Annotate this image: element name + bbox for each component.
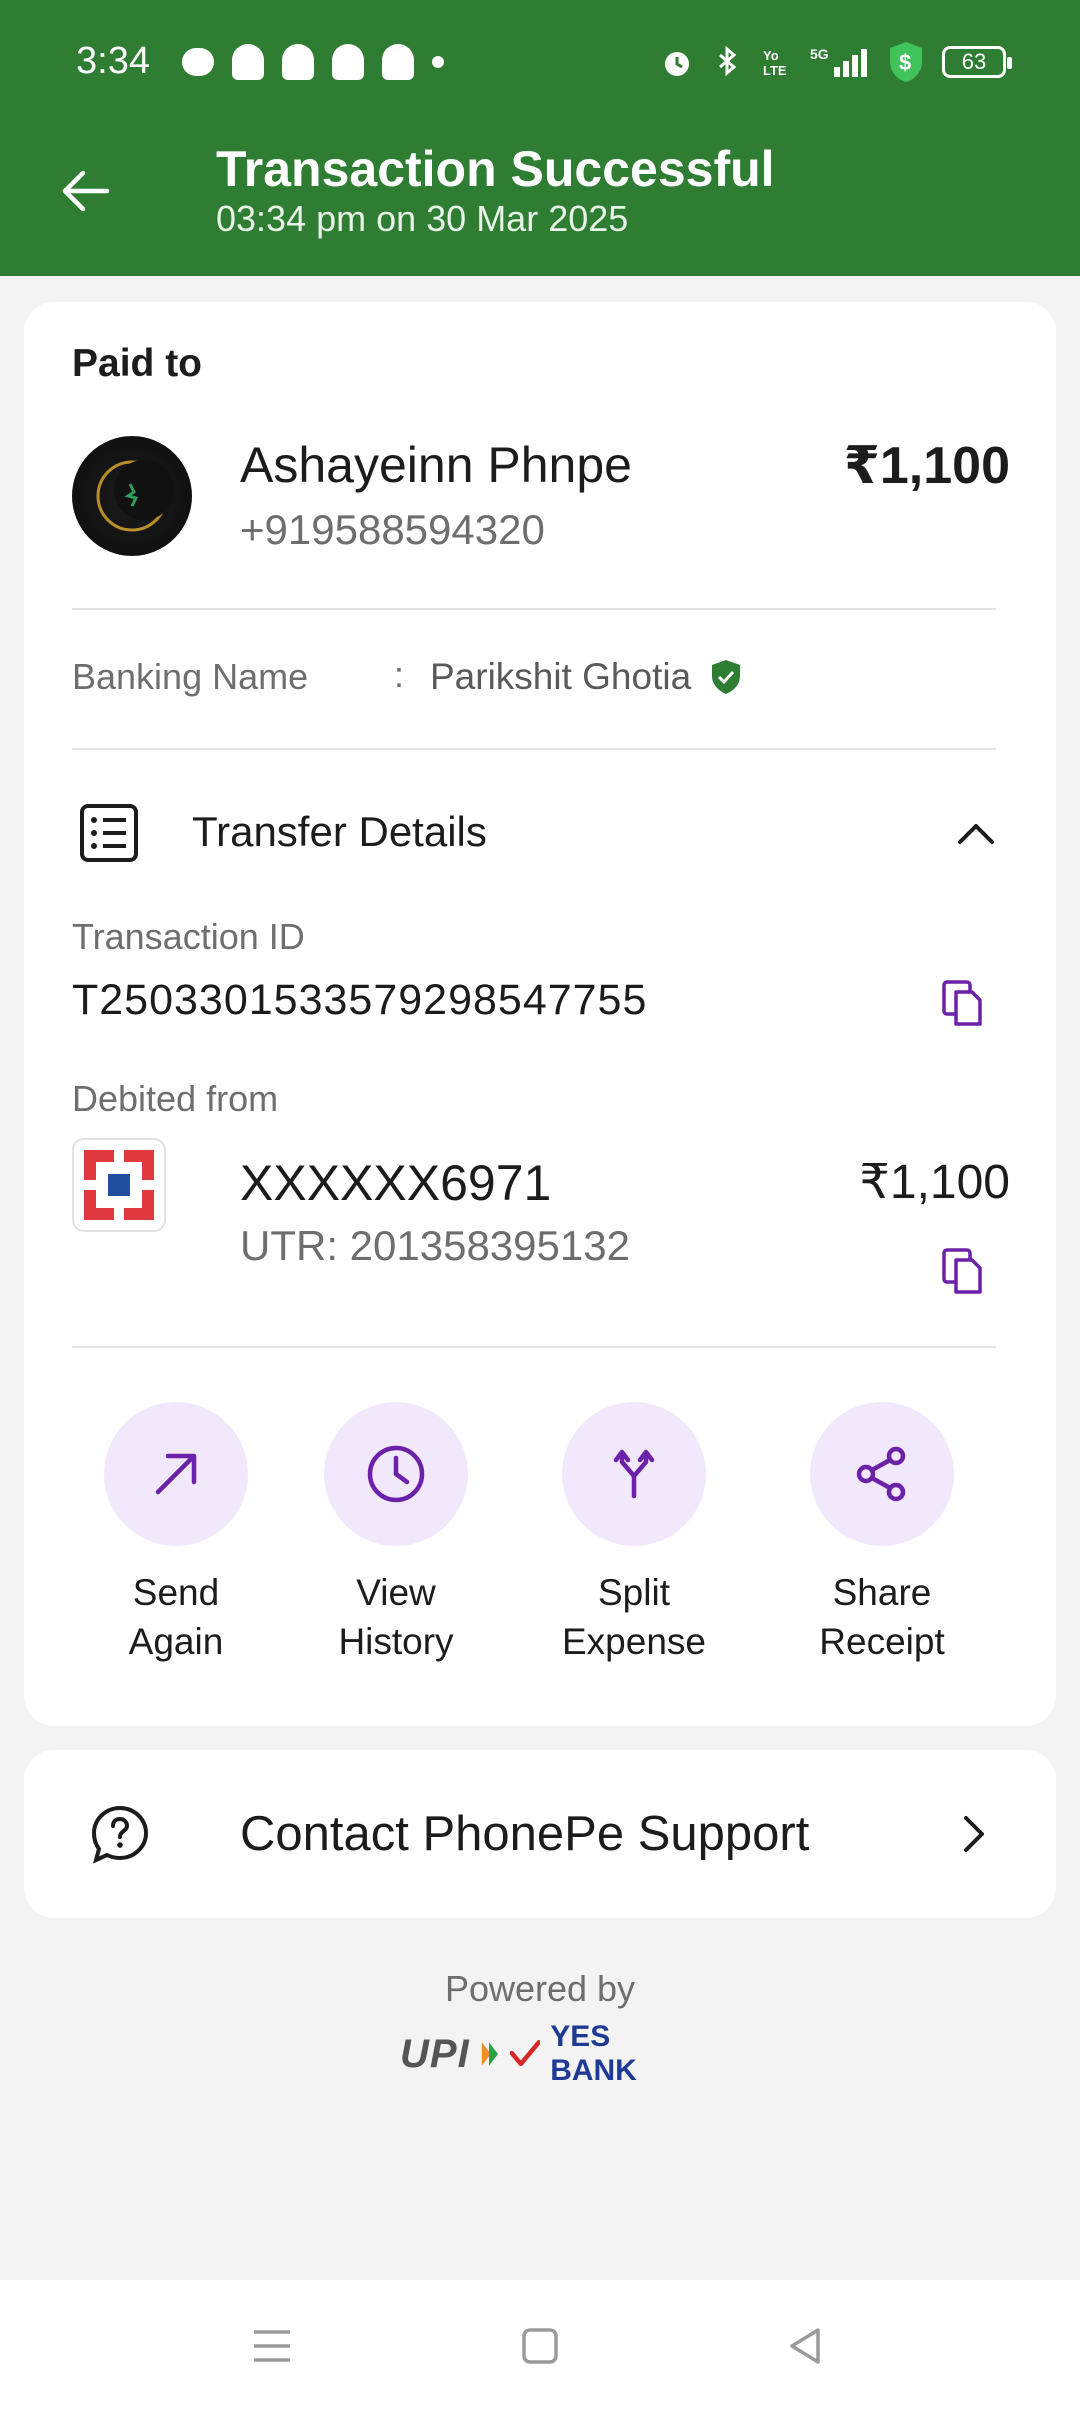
- banking-name-label: Banking Name: [72, 656, 309, 697]
- payee-phone: +919588594320: [240, 506, 545, 553]
- action-label-line: View: [356, 1572, 436, 1613]
- debited-from-label: Debited from: [72, 1078, 279, 1119]
- utr-number: UTR: 201358395132: [240, 1222, 630, 1269]
- hdfc-bank-logo-icon: [72, 1138, 166, 1232]
- chat-icon: [182, 48, 214, 76]
- copy-icon[interactable]: [940, 978, 986, 1028]
- action-circle[interactable]: [104, 1402, 248, 1546]
- action-circle[interactable]: [810, 1402, 954, 1546]
- action-label-line: Receipt: [819, 1621, 945, 1662]
- menu-icon[interactable]: [250, 2324, 294, 2368]
- action-label-line: Send: [132, 1572, 220, 1613]
- divider: [72, 748, 996, 750]
- snapchat-icon: [382, 44, 414, 80]
- action-label-line: Split: [598, 1572, 670, 1613]
- debited-amount: ₹1,100: [859, 1156, 1010, 1209]
- divider: [72, 1346, 996, 1348]
- action-label-line: History: [338, 1621, 454, 1662]
- status-time: 3:34: [76, 40, 150, 82]
- powered-by-label: Powered by: [444, 1968, 636, 2009]
- split-expense-button[interactable]: Split Expense: [539, 1402, 729, 1666]
- snapchat-icon: [332, 44, 364, 80]
- view-history-button[interactable]: View History: [301, 1402, 491, 1666]
- chevron-up-icon[interactable]: [954, 812, 998, 856]
- back-button[interactable]: [52, 158, 118, 224]
- account-number: XXXXXX6971: [240, 1155, 552, 1211]
- svg-text:$: $: [899, 50, 911, 75]
- transaction-timestamp: 03:34 pm on 30 Mar 2025: [216, 198, 629, 239]
- action-circle[interactable]: [562, 1402, 706, 1546]
- arrow-up-right-icon: [155, 1453, 197, 1495]
- banking-name-value: Parikshit Ghotia: [430, 656, 692, 697]
- action-label: Split Expense: [539, 1568, 729, 1666]
- back-nav-icon[interactable]: [784, 2324, 828, 2368]
- chevron-right-icon: [964, 1816, 984, 1852]
- home-icon[interactable]: [518, 2324, 562, 2368]
- split-icon: [613, 1449, 655, 1499]
- alarm-icon: [665, 52, 689, 76]
- action-circle[interactable]: [324, 1402, 468, 1546]
- security-shield-icon: $: [890, 42, 922, 82]
- payee-logo-icon: [96, 460, 174, 532]
- receipt-list-icon: [80, 804, 138, 862]
- action-label: Share Receipt: [787, 1568, 977, 1666]
- copy-icon[interactable]: [940, 1246, 986, 1296]
- share-receipt-button[interactable]: Share Receipt: [787, 1402, 977, 1666]
- transaction-id-value: T2503301533579298547755: [72, 976, 648, 1024]
- upi-logo: UPI: [400, 2031, 470, 2076]
- transaction-card: Paid to Ashayeinn Phnpe +919588594320 ₹1…: [24, 302, 1056, 1726]
- action-label: View History: [301, 1568, 491, 1666]
- banking-name-separator: :: [394, 654, 405, 695]
- system-icons: Yo LTE 5G $ 63: [660, 40, 1012, 84]
- yes-bank-logo: YES BANK: [550, 2020, 637, 2087]
- header-bar: 3:34 Yo LTE 5G $ 63 Transaction Successf…: [0, 0, 1080, 276]
- paid-to-label: Paid to: [72, 342, 203, 385]
- action-label-line: Again: [128, 1621, 224, 1662]
- notification-icons: [182, 44, 444, 80]
- svg-text:Yo: Yo: [763, 48, 779, 63]
- action-label: Send Again: [81, 1568, 271, 1666]
- dot-icon: [432, 56, 444, 68]
- divider: [72, 608, 996, 610]
- share-icon: [856, 1446, 906, 1502]
- battery-level: 63: [961, 49, 987, 74]
- clock-icon: [367, 1445, 425, 1503]
- transfer-details-title[interactable]: Transfer Details: [192, 808, 487, 856]
- contact-support-button[interactable]: Contact PhonePe Support: [24, 1750, 1056, 1918]
- svg-text:5G: 5G: [810, 46, 829, 62]
- page-title: Transaction Successful: [216, 141, 775, 197]
- verified-shield-icon: [712, 660, 740, 694]
- snapchat-icon: [282, 44, 314, 80]
- signal-5g-icon: 5G: [810, 46, 867, 77]
- help-chat-icon: [91, 1805, 149, 1864]
- arrow-left-icon: [62, 170, 110, 212]
- svg-text:LTE: LTE: [763, 63, 787, 78]
- action-label-line: Share: [832, 1572, 932, 1613]
- bluetooth-icon: [719, 45, 737, 77]
- upi-arrow-icon: [481, 2042, 498, 2066]
- yes-bank-check-icon: [509, 2040, 541, 2067]
- action-label-line: Expense: [562, 1621, 706, 1662]
- volte-icon: Yo LTE: [763, 48, 787, 78]
- battery-icon: 63: [942, 46, 1012, 78]
- send-again-button[interactable]: Send Again: [81, 1402, 271, 1666]
- quick-actions: Send Again View History Split Expense Sh…: [24, 1402, 1056, 1682]
- avatar: [72, 436, 192, 556]
- partner-logos: UPI YES BANK: [400, 2020, 690, 2087]
- snapchat-icon: [232, 44, 264, 80]
- paid-amount: ₹1,100: [843, 437, 1010, 495]
- transaction-id-label: Transaction ID: [72, 916, 305, 957]
- system-nav-bar: [0, 2280, 1080, 2412]
- contact-support-label: Contact PhonePe Support: [240, 1807, 810, 1861]
- status-bar: 3:34 Yo LTE 5G $ 63: [0, 30, 1080, 96]
- payee-name: Ashayeinn Phnpe: [240, 437, 632, 493]
